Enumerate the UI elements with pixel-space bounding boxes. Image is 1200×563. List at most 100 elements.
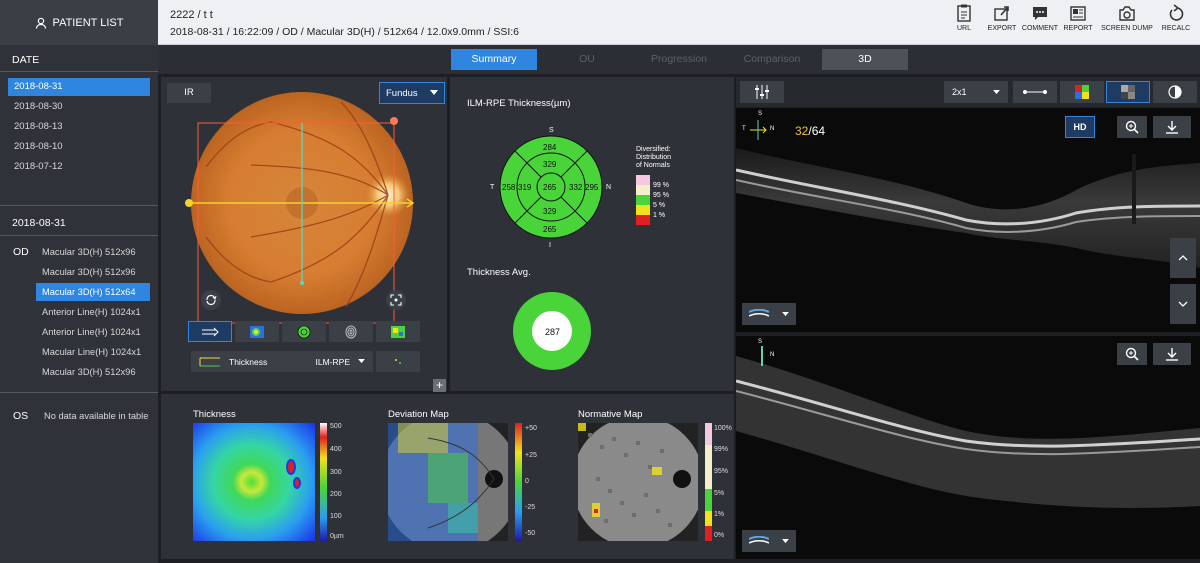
comment-icon bbox=[1033, 7, 1047, 20]
etdrs-overlay-button[interactable] bbox=[282, 321, 326, 342]
add-overlay-button[interactable]: + bbox=[433, 379, 446, 392]
scan-item[interactable]: Anterior Line(H) 1024x1 bbox=[36, 323, 150, 341]
outer-superior-value: 284 bbox=[543, 143, 557, 152]
normative-scale-99: 99% bbox=[714, 446, 729, 453]
comment-label: COMMENT bbox=[1021, 25, 1059, 32]
rotate-button[interactable] bbox=[201, 290, 221, 310]
layer-display-select[interactable] bbox=[742, 530, 796, 552]
tab-ou[interactable]: OU bbox=[544, 49, 630, 70]
inner-inferior-value: 329 bbox=[543, 207, 557, 216]
thickness-scale-100: 100 bbox=[330, 513, 342, 520]
fingerprint-overlay-button[interactable] bbox=[329, 321, 373, 342]
grayscale-icon bbox=[1121, 85, 1135, 99]
invert-button[interactable] bbox=[1153, 81, 1197, 103]
normative-swatch-1 bbox=[705, 511, 712, 526]
inner-nasal-value: 332 bbox=[569, 183, 583, 192]
layer-display-select[interactable] bbox=[742, 303, 796, 325]
legend-title-line3: of Normals bbox=[636, 162, 670, 169]
chevron-down-icon bbox=[782, 311, 790, 316]
dir-inferior: I bbox=[549, 242, 551, 249]
slice-total: /64 bbox=[808, 124, 826, 138]
legend-swatch-95 bbox=[636, 185, 650, 195]
grayscale-button[interactable] bbox=[1106, 81, 1150, 103]
scan-item[interactable]: Macular 3D(H) 512x96 bbox=[36, 363, 150, 381]
normative-map-title: Normative Map bbox=[578, 409, 643, 420]
legend-swatch-5 bbox=[636, 195, 650, 205]
chevron-up-icon bbox=[1178, 255, 1188, 261]
next-slice-button[interactable] bbox=[1170, 284, 1196, 324]
zoom-in-button[interactable] bbox=[1117, 116, 1147, 138]
chevron-down-icon bbox=[1178, 301, 1188, 307]
deviation-scale-plus25: +25 bbox=[525, 452, 537, 459]
thickness-overlay-button[interactable] bbox=[235, 321, 279, 342]
tab-3d[interactable]: 3D bbox=[822, 49, 908, 70]
thickness-scale-200: 200 bbox=[330, 491, 342, 498]
deviation-icon bbox=[391, 325, 405, 338]
recalc-icon bbox=[1169, 4, 1184, 21]
scan-line-overlay-button[interactable] bbox=[188, 321, 232, 342]
normative-scale-5: 5% bbox=[714, 490, 725, 497]
deviation-map bbox=[388, 423, 508, 541]
etdrs-icon bbox=[297, 325, 311, 338]
patient-list-button[interactable]: PATIENT LIST bbox=[0, 0, 158, 45]
scan-item[interactable]: Macular 3D(H) 512x96 bbox=[36, 243, 150, 261]
camera-icon bbox=[1119, 6, 1135, 21]
url-button[interactable]: URL bbox=[948, 4, 980, 32]
scan-item[interactable]: Anterior Line(H) 1024x1 bbox=[36, 303, 150, 321]
recalc-button[interactable]: RECALC bbox=[1160, 4, 1192, 32]
zoom-in-button[interactable] bbox=[1117, 343, 1147, 365]
legend-swatch-0 bbox=[636, 215, 650, 225]
inner-temporal-value: 319 bbox=[518, 183, 532, 192]
export-button[interactable]: EXPORT bbox=[986, 4, 1018, 32]
view-tabs: Summary OU Progression Comparison 3D bbox=[158, 45, 1200, 74]
scan-item[interactable]: Macular 3D(H) 512x96 bbox=[36, 263, 150, 281]
divider bbox=[0, 205, 158, 206]
scan-item[interactable]: Macular Line(H) 1024x1 bbox=[36, 343, 150, 361]
layer-color-select[interactable] bbox=[376, 351, 420, 372]
deviation-colorbar bbox=[515, 423, 522, 541]
ruler-icon bbox=[1023, 90, 1047, 94]
thickness-scale-300: 300 bbox=[330, 469, 342, 476]
thickness-colorbar bbox=[320, 423, 327, 541]
oct-toolbar: 2x1 bbox=[736, 77, 1200, 107]
screen-dump-button[interactable]: SCREEN DUMP bbox=[1100, 4, 1154, 32]
rotate-icon bbox=[206, 294, 217, 306]
download-button[interactable] bbox=[1153, 343, 1191, 365]
deviation-scale-minus50: -50 bbox=[525, 530, 536, 537]
dir-nasal: N bbox=[606, 184, 612, 191]
clipboard-icon bbox=[957, 4, 971, 22]
tab-summary[interactable]: Summary bbox=[451, 49, 537, 70]
date-item[interactable]: 2018-08-31 bbox=[8, 78, 150, 96]
layout-select[interactable]: 2x1 bbox=[944, 81, 1008, 103]
os-label: OS bbox=[13, 410, 29, 422]
measure-button[interactable] bbox=[1013, 81, 1057, 103]
hd-toggle-button[interactable]: HD bbox=[1065, 116, 1095, 138]
url-label: URL bbox=[956, 25, 971, 32]
normative-scale-95: 95% bbox=[714, 468, 729, 475]
thickness-scale-400: 400 bbox=[330, 446, 342, 453]
report-label: REPORT bbox=[1063, 25, 1093, 32]
target-icon bbox=[390, 294, 402, 306]
oct-image-top bbox=[736, 108, 1200, 332]
tab-progression[interactable]: Progression bbox=[636, 49, 722, 70]
legend-title-line1: Diversified: bbox=[636, 146, 671, 153]
comment-button[interactable]: COMMENT bbox=[1021, 4, 1059, 32]
adjust-button[interactable] bbox=[740, 81, 784, 103]
date-item[interactable]: 2018-08-30 bbox=[8, 98, 150, 116]
color-map-button[interactable] bbox=[1060, 81, 1104, 103]
recalc-label: RECALC bbox=[1161, 25, 1191, 32]
layers-icon bbox=[748, 309, 769, 317]
slice-counter: 32/64 bbox=[795, 124, 825, 138]
thickness-layer-select[interactable]: Thickness ILM-RPE bbox=[191, 351, 373, 372]
date-item[interactable]: 2018-08-10 bbox=[8, 138, 150, 156]
date-item[interactable]: 2018-07-12 bbox=[8, 158, 150, 176]
fit-view-button[interactable] bbox=[386, 290, 406, 310]
previous-slice-button[interactable] bbox=[1170, 238, 1196, 278]
thickness-map-title: Thickness bbox=[193, 409, 236, 420]
date-item[interactable]: 2018-08-13 bbox=[8, 118, 150, 136]
download-button[interactable] bbox=[1153, 116, 1191, 138]
deviation-overlay-button[interactable] bbox=[376, 321, 420, 342]
scan-item[interactable]: Macular 3D(H) 512x64 bbox=[36, 283, 150, 301]
tab-comparison[interactable]: Comparison bbox=[729, 49, 815, 70]
report-button[interactable]: REPORT bbox=[1062, 4, 1094, 32]
